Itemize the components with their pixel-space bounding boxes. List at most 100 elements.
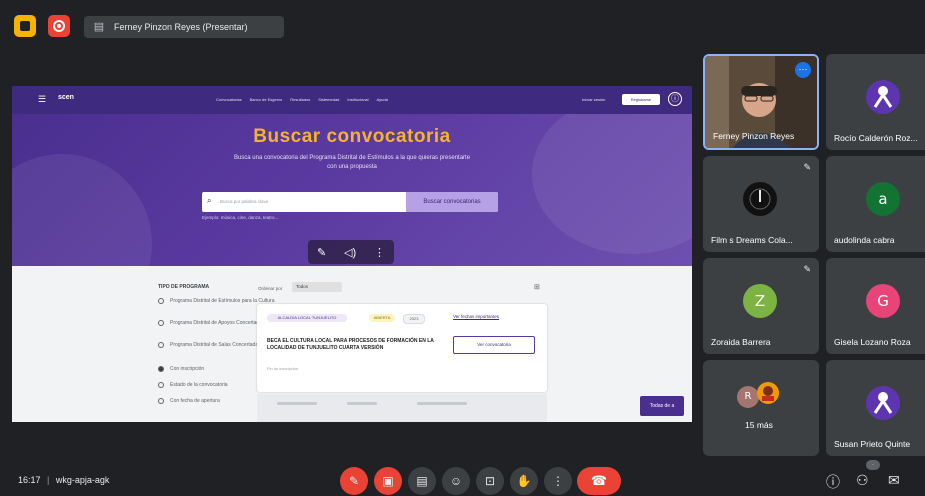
search-button[interactable]: Buscar convocatorias (406, 192, 498, 212)
search-icon: ⌕ (207, 196, 212, 205)
meeting-info: 16:17 | wkg-apja-agk (18, 475, 109, 485)
sort-label: Ordenar por (258, 286, 283, 291)
raise-hand-icon[interactable]: ✋ (510, 467, 538, 495)
filter-heading: TIPO DE PROGRAMA (158, 284, 210, 290)
filter-option[interactable]: Programa Distrital de Salas Concertadas (158, 342, 261, 348)
more-participants-label: 15 más (745, 420, 773, 430)
volume-icon[interactable]: ◁) (344, 246, 356, 259)
emoji-icon[interactable]: ☺ (442, 467, 470, 495)
presenter-label: Ferney Pinzon Reyes (Presentar) (114, 22, 248, 32)
register-button[interactable]: Registrarse (622, 94, 660, 105)
mic-off-icon[interactable]: ✎ (340, 467, 368, 495)
avatar: R (737, 386, 759, 408)
accessibility-icon[interactable]: ⓘ (668, 92, 682, 106)
floating-button[interactable]: Todas de a (640, 396, 684, 416)
nav-link[interactable]: Banco de Esgerxo (250, 97, 283, 102)
mic-off-icon: ✎ (803, 264, 811, 274)
avatar (743, 182, 777, 216)
stop-presenting-icon[interactable] (48, 15, 70, 37)
participant-name: Film s Dreams Cola... (711, 235, 793, 245)
avatar: a (866, 182, 900, 216)
participant-name: Ferney Pinzon Reyes (713, 131, 795, 141)
present-icon[interactable]: ⊡ (476, 467, 504, 495)
avatar (757, 382, 779, 404)
radio-icon[interactable] (158, 320, 164, 326)
grid-view-icon[interactable]: ⊞ (534, 283, 540, 291)
radio-icon[interactable] (158, 366, 164, 372)
mic-off-icon[interactable]: ✎ (317, 246, 326, 259)
card-title: BECA EL CULTURA LOCAL PARA PROCESOS DE F… (267, 338, 434, 351)
radio-icon[interactable] (158, 382, 164, 388)
filter-option[interactable]: Programa Distrital de Apoyos Concertados (158, 320, 265, 326)
participant-tile[interactable]: ✎ Rocío Calderón Roz... (826, 54, 925, 150)
participant-tile[interactable]: ✎ a audolinda cabra (826, 156, 925, 252)
nav-link[interactable]: Convocatorias (216, 97, 242, 102)
site-logo[interactable]: scen (58, 94, 74, 101)
info-icon[interactable]: ⓘ (826, 472, 840, 492)
participant-name: audolinda cabra (834, 235, 895, 245)
status-badge: ABIERTA (369, 314, 395, 322)
convocatoria-card[interactable]: ALCALDIA LOCAL TUNJUELITO ABIERTA 2023 V… (257, 304, 547, 392)
hero-decoration (12, 154, 152, 266)
captions-icon[interactable]: ▤ (408, 467, 436, 495)
hero-subtitle: Busca una convocatoria del Programa Dist… (233, 155, 471, 170)
avatar (866, 386, 900, 420)
chat-icon[interactable]: ✉ (888, 472, 900, 489)
filter-option[interactable]: Programa Distrital de Estímulos para la … (158, 298, 275, 304)
participant-name: Susan Prieto Quinte (834, 439, 911, 449)
more-icon[interactable]: ⋮ (374, 246, 385, 259)
filter-label: Programa Distrital de Apoyos Concertados (170, 320, 265, 326)
nav-link[interactable]: Institucional (347, 97, 368, 102)
search-hint: Ejemplo: música, cine, danza, teatro... (202, 215, 279, 220)
more-options-icon[interactable]: ⋯ (795, 62, 811, 78)
more-icon[interactable]: ⋮ (544, 467, 572, 495)
participant-name: Rocío Calderón Roz... (834, 133, 918, 143)
mic-off-icon: ✎ (803, 162, 811, 172)
filter-label: Estado de la convocatoria (170, 382, 228, 388)
participant-tile[interactable]: ⋯ Ferney Pinzon Reyes (703, 54, 819, 150)
year-badge: 2023 (403, 314, 425, 324)
present-screen-icon: ▤ (93, 21, 105, 33)
hero-banner: Buscar convocatoria Busca una convocator… (12, 114, 692, 266)
divider: | (47, 475, 50, 485)
camera-off-icon[interactable]: ▣ (374, 467, 402, 495)
filter-label: Con inscripción (170, 366, 205, 372)
site-navbar: ☰ scen Convocatorias Banco de Esgerxo Re… (12, 86, 692, 114)
avatar (866, 80, 900, 114)
avatar: Z (743, 284, 777, 318)
more-participants-tile[interactable]: R 15 más (703, 360, 819, 456)
menu-icon[interactable]: ☰ (38, 94, 46, 105)
tag: ALCALDIA LOCAL TUNJUELITO (267, 314, 347, 322)
nav-link[interactable]: Ayuda (377, 97, 388, 102)
radio-icon[interactable] (158, 342, 164, 348)
participant-tile[interactable]: ✎ G Gisela Lozano Roza (826, 258, 925, 354)
clock: 16:17 (18, 475, 41, 485)
site-nav-links: Convocatorias Banco de Esgerxo Resultado… (216, 97, 388, 102)
filter-option[interactable]: Con fecha de apertura (158, 398, 220, 404)
view-convocatoria-button[interactable]: Ver convocatoria (453, 336, 535, 354)
participant-count-badge: · (866, 460, 880, 470)
participant-tile[interactable]: ✎ Susan Prieto Quinte (826, 360, 925, 456)
people-icon[interactable]: ⚇ (856, 472, 869, 489)
radio-icon[interactable] (158, 298, 164, 304)
filter-label: Programa Distrital de Salas Concertadas (170, 342, 261, 348)
login-link[interactable]: Iniciar sesión (582, 97, 605, 102)
sort-select[interactable]: Todos (292, 282, 342, 292)
filter-label: Con fecha de apertura (170, 398, 220, 404)
participant-tile[interactable]: ✎ Film s Dreams Cola... (703, 156, 819, 252)
important-dates-link[interactable]: Ver fechas importantes (453, 314, 499, 319)
raise-hand-indicator-icon[interactable] (14, 15, 36, 37)
nav-link[interactable]: Sistemedad (318, 97, 339, 102)
avatar: G (866, 284, 900, 318)
filter-option[interactable]: Estado de la convocatoria (158, 382, 228, 388)
shared-screen: ☰ scen Convocatorias Banco de Esgerxo Re… (12, 86, 692, 422)
nav-link[interactable]: Resultados (290, 97, 310, 102)
filter-option[interactable]: Con inscripción (158, 366, 204, 372)
participant-tile[interactable]: ✎ Z Zoraida Barrera (703, 258, 819, 354)
radio-icon[interactable] (158, 398, 164, 404)
search-placeholder: Busca por palabra clave (220, 199, 269, 204)
meeting-code: wkg-apja-agk (55, 475, 110, 485)
hangup-icon[interactable]: ☎ (577, 467, 621, 495)
presenter-chip[interactable]: ▤ Ferney Pinzon Reyes (Presentar) (84, 16, 284, 38)
card-subtitle: Fin de inscripción (267, 366, 299, 371)
